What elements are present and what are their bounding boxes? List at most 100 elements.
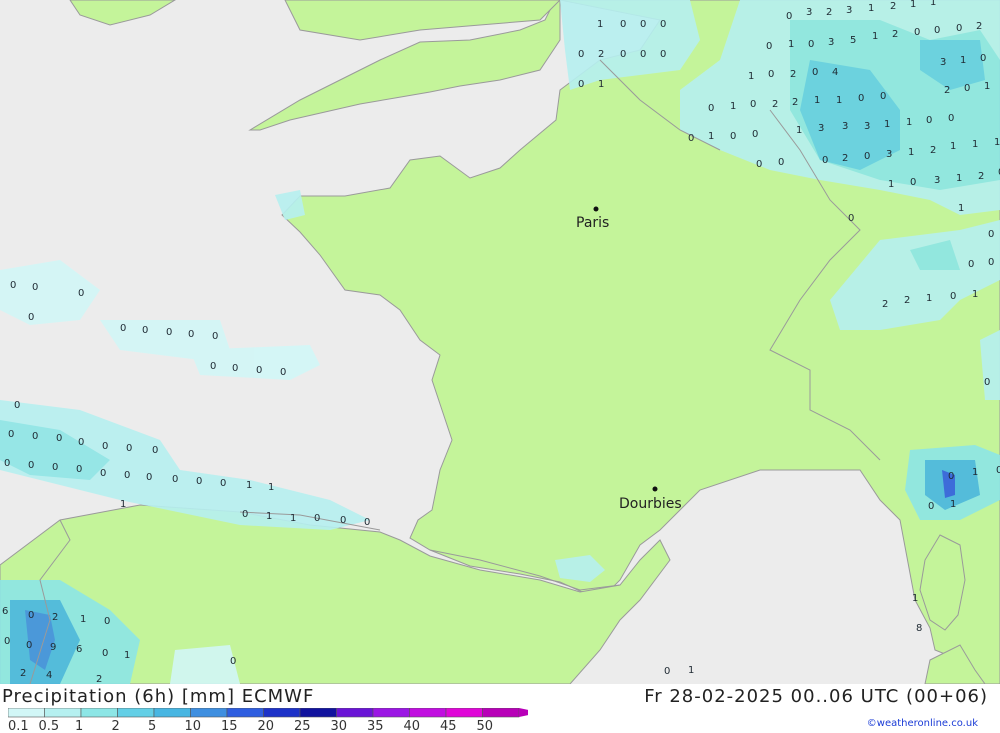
precip-value: 0 — [948, 113, 954, 124]
precip-value: 0 — [910, 177, 916, 188]
precip-value: 0 — [4, 458, 10, 469]
precip-value: 1 — [888, 179, 894, 190]
legend-swatch — [299, 708, 337, 718]
precip-value: 0 — [934, 25, 940, 36]
precip-value: 0 — [8, 429, 14, 440]
legend-swatch — [226, 708, 264, 718]
precip-value: 0 — [660, 49, 666, 60]
precip-value: 0 — [14, 400, 20, 411]
precip-value: 0 — [28, 312, 34, 323]
precip-value: 1 — [910, 0, 916, 10]
precip-value: 1 — [872, 31, 878, 42]
legend-label: 45 — [440, 719, 457, 732]
precip-value: 0 — [768, 69, 774, 80]
precip-value: 2 — [790, 69, 796, 80]
precip-value: 6 — [2, 606, 8, 617]
legend-label: 2 — [112, 719, 120, 732]
precip-value: 0 — [196, 476, 202, 487]
precip-value: 0 — [256, 365, 262, 376]
precip-value: 1 — [290, 513, 296, 524]
precip-value: 0 — [242, 509, 248, 520]
precip-value: 2 — [944, 85, 950, 96]
precip-value: 9 — [50, 642, 56, 653]
precip-value: 0 — [752, 129, 758, 140]
precip-value: 1 — [120, 499, 126, 510]
precip-value: 0 — [4, 636, 10, 647]
precip-value: 4 — [46, 670, 52, 681]
legend-label: 30 — [331, 719, 348, 732]
city-marker-dourbies — [652, 486, 658, 492]
precip-value: 0 — [996, 465, 1000, 476]
legend-swatch — [190, 708, 228, 718]
precip-value: 1 — [960, 55, 966, 66]
precip-value: 0 — [848, 213, 854, 224]
precip-value: 0 — [126, 443, 132, 454]
precip-value: 0 — [578, 49, 584, 60]
datetime-title: Fr 28-02-2025 00..06 UTC (00+06) — [644, 686, 988, 707]
precip-value: 0 — [926, 115, 932, 126]
precip-value: 1 — [788, 39, 794, 50]
precip-value: 0 — [964, 83, 970, 94]
precip-value: 0 — [578, 79, 584, 90]
precip-value: 1 — [597, 19, 603, 30]
precip-value: 1 — [266, 511, 272, 522]
precip-value: 0 — [230, 656, 236, 667]
precip-value: 0 — [142, 325, 148, 336]
precip-value: 1 — [730, 101, 736, 112]
legend-label: 15 — [221, 719, 238, 732]
precip-value: 3 — [864, 121, 870, 132]
precip-value: 1 — [956, 173, 962, 184]
footer-bar: Precipitation (6h) [mm] ECMWF Fr 28-02-2… — [0, 684, 1000, 733]
precip-value: 0 — [212, 331, 218, 342]
city-marker-paris — [593, 206, 599, 212]
precip-value: 3 — [934, 175, 940, 186]
precip-value: 1 — [708, 131, 714, 142]
precip-value: 0 — [220, 478, 226, 489]
precip-value: 2 — [52, 612, 58, 623]
precip-value: 0 — [172, 474, 178, 485]
legend-label: 25 — [294, 719, 311, 732]
legend-label: 5 — [148, 719, 156, 732]
precip-value: 1 — [80, 614, 86, 625]
color-legend: 0.1 0.5 1 2 5 10 15 20 25 30 35 40 45 50 — [8, 708, 528, 732]
precip-value: 0 — [664, 666, 670, 677]
precip-value: 3 — [846, 5, 852, 16]
precip-value: 0 — [340, 515, 346, 526]
precip-value: 0 — [102, 648, 108, 659]
legend-label: 0.1 — [8, 719, 29, 732]
precip-value: 0 — [166, 327, 172, 338]
legend-label: 1 — [75, 719, 83, 732]
precip-value: 3 — [806, 7, 812, 18]
precip-value: 2 — [882, 299, 888, 310]
precip-value: 0 — [968, 259, 974, 270]
precip-value: 1 — [836, 95, 842, 106]
precip-value: 0 — [26, 640, 32, 651]
precip-value: 0 — [152, 445, 158, 456]
precip-value: 0 — [210, 361, 216, 372]
legend-swatch — [44, 708, 82, 718]
precip-value: 0 — [928, 501, 934, 512]
precip-value: 1 — [814, 95, 820, 106]
precip-value: 1 — [246, 480, 252, 491]
precip-value: 0 — [76, 464, 82, 475]
precip-value: 0 — [864, 151, 870, 162]
precip-value: 2 — [598, 49, 604, 60]
precip-value: 0 — [32, 431, 38, 442]
precip-value: 1 — [884, 119, 890, 130]
precip-value: 0 — [28, 610, 34, 621]
precip-value: 1 — [950, 141, 956, 152]
precip-value: 8 — [916, 623, 922, 634]
precip-value: 5 — [850, 35, 856, 46]
precip-value: 1 — [908, 147, 914, 158]
credit-link[interactable]: ©weatheronline.co.uk — [867, 718, 978, 729]
precip-value: 1 — [868, 3, 874, 14]
precip-value: 0 — [786, 11, 792, 22]
legend-swatch — [482, 708, 520, 718]
precip-value: 0 — [808, 39, 814, 50]
precip-value: 0 — [950, 291, 956, 302]
precip-value: 0 — [120, 323, 126, 334]
precip-value: 2 — [826, 7, 832, 18]
precip-value: 0 — [10, 280, 16, 291]
precip-value: 2 — [892, 29, 898, 40]
precip-value: 1 — [950, 499, 956, 510]
